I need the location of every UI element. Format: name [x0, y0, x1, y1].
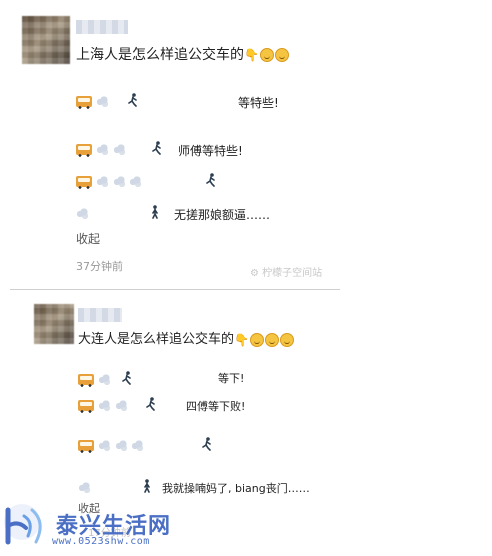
post-headline: 大连人是怎么样追公交车的👇: [78, 328, 294, 347]
content-line: [122, 370, 132, 385]
bus-icon: [78, 374, 94, 387]
divider: [10, 289, 340, 290]
content-line: [202, 436, 212, 451]
dash-icon: [129, 176, 143, 187]
content-line: [78, 398, 128, 413]
bus-icon: [76, 96, 92, 109]
bus-icon: [78, 400, 94, 413]
content-line: [142, 478, 152, 493]
content-line: [128, 92, 138, 107]
avatar[interactable]: [22, 16, 70, 64]
collapse-link[interactable]: 收起: [76, 230, 100, 247]
content-line: [146, 396, 156, 411]
avatar[interactable]: [34, 304, 74, 344]
bus-icon: [76, 176, 92, 189]
content-line: [78, 480, 91, 494]
content-line: [206, 172, 216, 187]
laugh-icon: [264, 332, 279, 347]
content-text: 四傅等下败!: [186, 400, 246, 413]
content-line: [78, 372, 111, 387]
dash-icon: [76, 208, 89, 219]
runner-icon: [122, 370, 132, 385]
dash-icon: [95, 96, 109, 107]
content-line: [76, 142, 126, 157]
dash-icon: [95, 176, 109, 187]
post-headline: 上海人是怎么样追公交车的👇: [76, 44, 289, 64]
dash-icon: [95, 144, 109, 155]
bus-icon: [76, 144, 92, 157]
watermark-icon: ⚙: [250, 268, 259, 279]
signal-logo-icon: [4, 504, 42, 545]
content-text: 我就操喃妈了, biang丧门……: [162, 482, 310, 495]
content-line: [76, 94, 109, 109]
content-line: [78, 438, 145, 453]
content-line: [76, 206, 89, 220]
dash-icon: [114, 400, 128, 411]
dash-icon: [112, 144, 126, 155]
hand-down-icon: 👇: [234, 332, 249, 347]
content-line: [76, 174, 143, 189]
content-text: 等下!: [218, 372, 245, 385]
dash-icon: [97, 440, 111, 451]
username-blurred[interactable]: [76, 20, 128, 34]
content-line: [150, 204, 160, 219]
dash-icon: [131, 440, 145, 451]
runner-icon: [146, 396, 156, 411]
dash-icon: [112, 176, 126, 187]
timestamp: 37分钟前: [76, 260, 123, 273]
runner-icon: [202, 436, 212, 451]
runner-icon: [206, 172, 216, 187]
content-text: 等特些!: [238, 96, 279, 110]
dash-icon: [114, 440, 128, 451]
content-text: 无搓那娘额逼……: [174, 208, 271, 222]
dash-icon: [97, 400, 111, 411]
username-blurred[interactable]: [78, 308, 122, 322]
laugh-icon: [249, 332, 264, 347]
laugh-icon: [274, 48, 289, 62]
walker-icon: [142, 478, 152, 493]
hand-down-icon: 👇: [244, 48, 259, 62]
site-url[interactable]: www.0523shw.com: [52, 536, 150, 547]
runner-icon: [152, 140, 162, 155]
walker-icon: [150, 204, 160, 219]
laugh-icon: [279, 332, 294, 347]
laugh-icon: [259, 48, 274, 62]
watermark: ⚙ 柠檬子空间站: [250, 268, 323, 279]
runner-icon: [128, 92, 138, 107]
dash-icon: [78, 482, 91, 493]
bus-icon: [78, 440, 94, 453]
content-text: 师傅等特些!: [178, 144, 243, 158]
content-line: [152, 140, 162, 155]
dash-icon: [97, 374, 111, 385]
